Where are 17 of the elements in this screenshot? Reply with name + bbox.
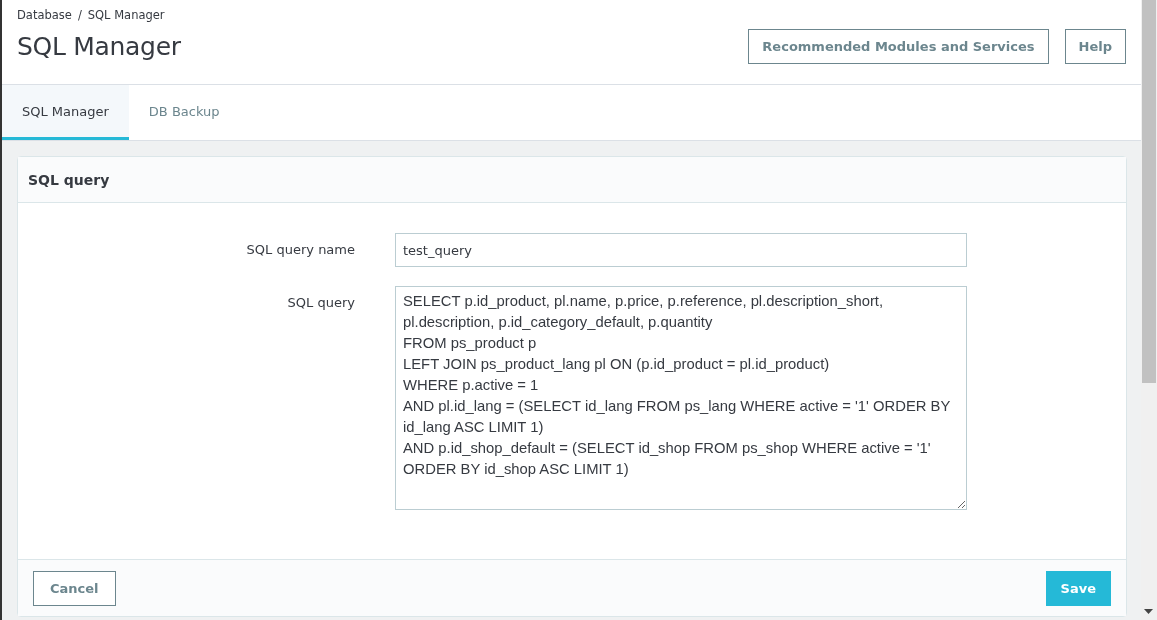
query-name-field[interactable]: test_query [395, 233, 967, 267]
field-label: SQL query [286, 294, 356, 312]
scrollbar[interactable] [1141, 0, 1157, 620]
query-text-area[interactable]: SELECT p.id_product, pl.name, p.price, p.reference, pl.description_short, pl.description, p.id_category_default, p.quantity FROM ps_product p LEFT JOIN ps_product_lang pl ON (p.id_product = pl.id_product) WHERE p.active = 1 AND pl.id_lang = (SELECT id_lang FROM ps_lang WHERE active = '1' ORDER BY id_lang ASC LIMIT 1) AND p.id_shop_default = (SELECT id_shop FROM ps_shop WHERE active = '1' ORDER BY id_shop ASC LIMIT 1) [395, 286, 967, 510]
breadcrumb-item[interactable]: Database [17, 8, 72, 22]
breadcrumb-separator: / [77, 8, 82, 22]
breadcrumb-item: SQL Manager [87, 8, 165, 22]
save-button[interactable]: Save [1045, 570, 1111, 606]
tab[interactable]: SQL Manager [2, 85, 129, 140]
field-label: SQL query name [245, 241, 356, 259]
toolbar-button[interactable]: Help [1064, 29, 1126, 64]
toolbar-button[interactable]: Recommended Modules and Services [748, 29, 1049, 64]
page-title: SQL Manager [17, 32, 181, 61]
panel-title: SQL query [28, 171, 110, 188]
cancel-button[interactable]: Cancel [33, 570, 116, 606]
scrollbar-thumb[interactable] [1142, 0, 1156, 383]
scroll-down-icon[interactable] [1144, 609, 1153, 614]
